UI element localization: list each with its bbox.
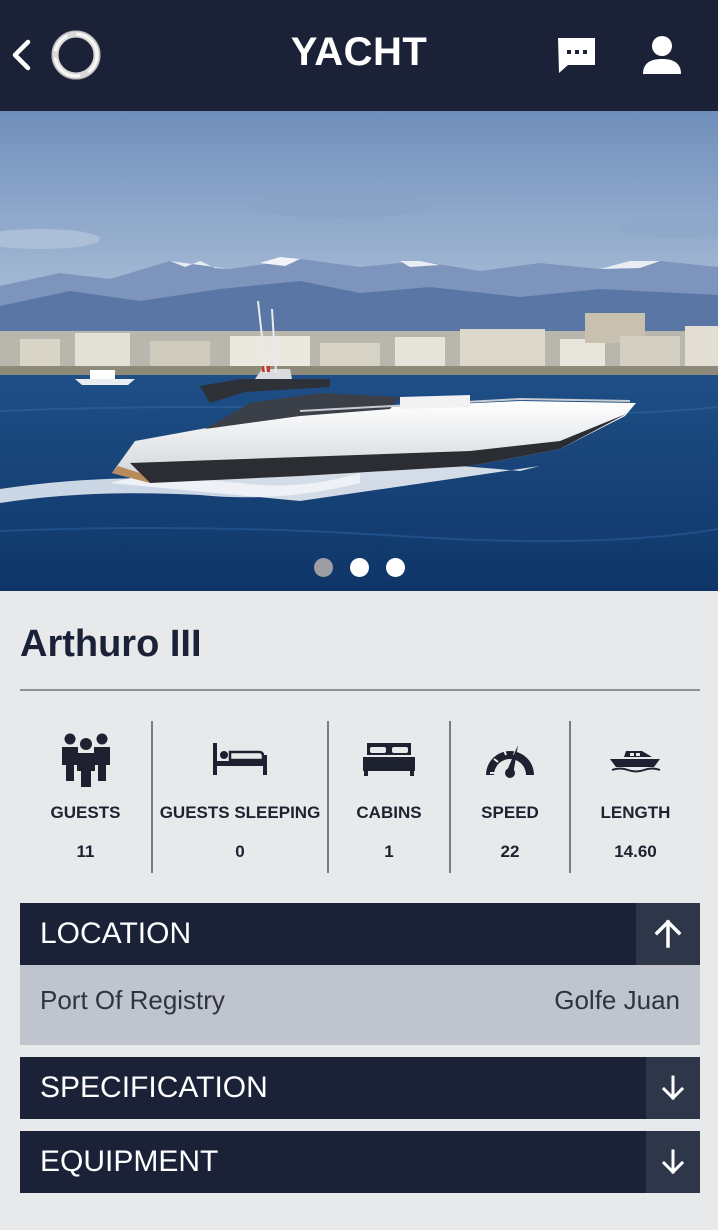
arrow-up-icon xyxy=(654,919,682,948)
stat-label: GUESTS xyxy=(50,803,121,822)
row-label: Port Of Registry xyxy=(40,985,225,1015)
carousel-dot-3[interactable] xyxy=(385,558,405,577)
yacht-photo[interactable] xyxy=(0,111,718,591)
stat-value: 1 xyxy=(384,842,394,861)
expand-button[interactable] xyxy=(646,1131,700,1193)
double-bed-icon xyxy=(363,743,415,776)
speedometer-icon xyxy=(486,745,534,778)
user-icon xyxy=(643,36,681,74)
stat-label: LENGTH xyxy=(600,803,671,822)
equipment-section-header[interactable]: EQUIPMENT xyxy=(20,1131,700,1193)
section-title: LOCATION xyxy=(40,917,192,950)
yacht-name: Arthuro III xyxy=(20,623,202,665)
stat-value: 0 xyxy=(235,842,245,861)
stat-guests-sleeping: GUESTS SLEEPING 0 xyxy=(151,721,327,873)
section-title: EQUIPMENT xyxy=(40,1145,219,1178)
page-title: YACHT xyxy=(290,30,428,74)
stat-label: CABINS xyxy=(356,803,422,822)
chevron-left-icon xyxy=(12,39,31,71)
stat-cabins: CABINS 1 xyxy=(327,721,449,873)
arrow-down-icon xyxy=(661,1149,685,1175)
collapse-button[interactable] xyxy=(636,903,700,965)
boat-icon xyxy=(609,751,660,773)
stat-label: SPEED xyxy=(481,803,539,822)
stat-value: 11 xyxy=(76,842,95,861)
bed-icon xyxy=(213,743,267,775)
carousel-dots xyxy=(0,558,718,582)
back-button[interactable] xyxy=(6,36,40,74)
section-title: SPECIFICATION xyxy=(40,1071,268,1104)
divider xyxy=(20,689,700,691)
location-section-header[interactable]: LOCATION xyxy=(20,903,700,965)
specification-section-header[interactable]: SPECIFICATION xyxy=(20,1057,700,1119)
stat-value: 14.60 xyxy=(614,842,657,861)
row-value: Golfe Juan xyxy=(554,985,680,1015)
chat-button[interactable] xyxy=(555,34,599,76)
guests-icon xyxy=(61,733,110,787)
stat-label: GUESTS SLEEPING xyxy=(159,803,321,822)
arrow-down-icon xyxy=(661,1075,685,1101)
stat-speed: SPEED 22 xyxy=(449,721,569,873)
ring-logo[interactable] xyxy=(47,26,105,84)
carousel-dot-1[interactable] xyxy=(313,558,333,577)
stats-row: GUESTS 11 GUESTS SLEEPING 0 CABINS 1 SPE… xyxy=(20,721,700,873)
expand-button[interactable] xyxy=(646,1057,700,1119)
location-row: Port Of Registry Golfe Juan xyxy=(20,965,700,1045)
carousel-dot-2[interactable] xyxy=(349,558,369,577)
stat-value: 22 xyxy=(500,842,520,861)
chat-bubble-icon xyxy=(558,38,595,73)
profile-button[interactable] xyxy=(640,34,684,76)
stat-guests: GUESTS 11 xyxy=(20,721,151,873)
stat-length: LENGTH 14.60 xyxy=(569,721,700,873)
app-header: YACHT xyxy=(0,0,718,111)
